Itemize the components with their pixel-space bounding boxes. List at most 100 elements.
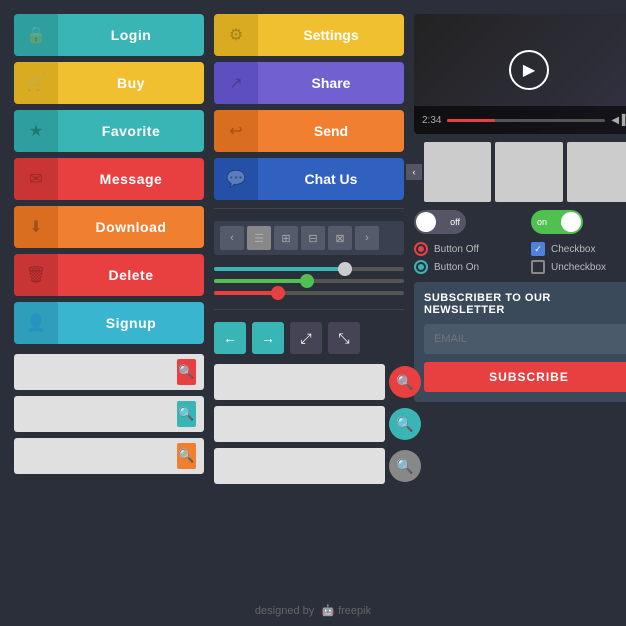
radio-off-circle[interactable] [414, 242, 428, 256]
image-grid [424, 142, 626, 202]
search-button-3[interactable]: 🔍 [177, 443, 196, 469]
download-label: Download [58, 219, 204, 235]
video-time: 2:34 [422, 115, 441, 126]
radio-on-circle[interactable] [414, 260, 428, 274]
lock-icon: 🔒 [14, 14, 58, 56]
controls-section: off on [414, 210, 626, 234]
newsletter-subscribe-button[interactable]: SUBSCRIBE [424, 362, 626, 392]
toggle-on-knob [561, 212, 581, 232]
checkbox-2[interactable] [531, 260, 545, 274]
email-icon: ✉ [14, 158, 58, 200]
search-btn2-1[interactable]: 🔍 [389, 366, 421, 398]
checkbox-section: Checkbox Uncheckbox [531, 242, 626, 274]
download-button[interactable]: ⬇ Download [14, 206, 204, 248]
send-button[interactable]: ↩ Send [214, 110, 404, 152]
radio-section: Button Off Button On [414, 242, 527, 274]
cart-icon: 🛒 [14, 62, 58, 104]
checkbox-item-2[interactable]: Uncheckbox [531, 260, 626, 274]
login-button[interactable]: 🔒 Login [14, 14, 204, 56]
search-input-3[interactable] [22, 449, 177, 463]
search-bar2-1: 🔍 [214, 364, 404, 400]
favorite-button[interactable]: ★ Favorite [14, 110, 204, 152]
next-page-btn[interactable]: › [355, 226, 379, 250]
grid-prev-btn[interactable]: ‹ [406, 164, 422, 180]
grid-view-btn[interactable]: ⊞ [274, 226, 298, 250]
message-button[interactable]: ✉ Message [14, 158, 204, 200]
checkbox-1[interactable] [531, 242, 545, 256]
slider-row-3 [214, 291, 404, 295]
arrow-left-btn[interactable]: ← [214, 322, 246, 354]
image-grid-container: ‹ › [414, 142, 626, 202]
slider-thumb-2[interactable] [300, 274, 314, 288]
freepik-logo: 🤖 freepik [321, 605, 371, 617]
favorite-label: Favorite [58, 123, 204, 139]
search-bar2-3: 🔍 [214, 448, 404, 484]
slider-track-1[interactable] [214, 267, 404, 271]
video-player: ▶ 2:34 ◀ ▌▌ [414, 14, 626, 134]
toggle-off-text: off [450, 217, 460, 227]
settings-icon: ⚙ [214, 14, 258, 56]
radio-off-item[interactable]: Button Off [414, 242, 527, 256]
user-icon: 👤 [14, 302, 58, 344]
newsletter-section: SUBSCRIBER TO OUR NEWSLETTER SUBSCRIBE [414, 282, 626, 402]
signup-button[interactable]: 👤 Signup [14, 302, 204, 344]
share-label: Share [258, 75, 404, 91]
radio-on-label: Button On [434, 262, 479, 273]
search-input-2[interactable] [22, 407, 177, 421]
slider-thumb-1[interactable] [338, 262, 352, 276]
message-label: Message [58, 171, 204, 187]
video-controls: 2:34 ◀ ▌▌ [414, 106, 626, 134]
trash-icon: 🗑 [14, 254, 58, 296]
video-play-button[interactable]: ▶ [509, 50, 549, 90]
card-view-btn[interactable]: ⊠ [328, 226, 352, 250]
slider-thumb-3[interactable] [271, 286, 285, 300]
toggle-off-item: off [414, 210, 527, 234]
search-bar-2[interactable]: 🔍 [14, 396, 204, 432]
radio-checkbox-section: Button Off Button On Checkbox Uncheckbox [414, 242, 626, 274]
search-bar-3[interactable]: 🔍 [14, 438, 204, 474]
send-label: Send [258, 123, 404, 139]
video-progress-bar[interactable] [447, 119, 605, 122]
radio-off-label: Button Off [434, 244, 479, 255]
divider2 [214, 309, 404, 310]
buy-label: Buy [58, 75, 204, 91]
slider-row-2 [214, 279, 404, 283]
toggle-on-switch[interactable]: on [531, 210, 583, 234]
share-button[interactable]: ↗ Share [214, 62, 404, 104]
chatus-label: Chat Us [258, 171, 404, 187]
login-label: Login [58, 27, 204, 43]
toggle-off-switch[interactable]: off [414, 210, 466, 234]
search-bars-col2: 🔍 🔍 🔍 [214, 364, 404, 484]
pagination-row: ‹ ☰ ⊞ ⊟ ⊠ › [214, 221, 404, 255]
video-volume: ◀ ▌▌ [611, 115, 626, 126]
search-button-2[interactable]: 🔍 [177, 401, 196, 427]
slider-track-2[interactable] [214, 279, 404, 283]
radio-on-item[interactable]: Button On [414, 260, 527, 274]
tile-view-btn[interactable]: ⊟ [301, 226, 325, 250]
newsletter-email-input[interactable] [424, 324, 626, 354]
checkbox-item-1[interactable]: Checkbox [531, 242, 626, 256]
list-view-btn[interactable]: ☰ [247, 226, 271, 250]
settings-button[interactable]: ⚙ Settings [214, 14, 404, 56]
expand-btn[interactable]: ⤢ [290, 322, 322, 354]
slider-track-3[interactable] [214, 291, 404, 295]
prev-page-btn[interactable]: ‹ [220, 226, 244, 250]
checkbox-label-2: Uncheckbox [551, 262, 606, 273]
grid-image-2 [495, 142, 562, 202]
share-icon: ↗ [214, 62, 258, 104]
chatus-button[interactable]: 💬 Chat Us [214, 158, 404, 200]
search-btn2-3[interactable]: 🔍 [389, 450, 421, 482]
buy-button[interactable]: 🛒 Buy [14, 62, 204, 104]
delete-button[interactable]: 🗑 Delete [14, 254, 204, 296]
search-input-1[interactable] [22, 365, 177, 379]
search-btn2-2[interactable]: 🔍 [389, 408, 421, 440]
delete-label: Delete [58, 267, 204, 283]
search-button-1[interactable]: 🔍 [177, 359, 196, 385]
signup-label: Signup [58, 315, 204, 331]
compress-btn[interactable]: ⤡ [328, 322, 360, 354]
search-bars-col1: 🔍 🔍 🔍 [14, 354, 204, 474]
download-icon: ⬇ [14, 206, 58, 248]
grid-image-3 [567, 142, 626, 202]
arrow-right-btn[interactable]: → [252, 322, 284, 354]
search-bar-1[interactable]: 🔍 [14, 354, 204, 390]
